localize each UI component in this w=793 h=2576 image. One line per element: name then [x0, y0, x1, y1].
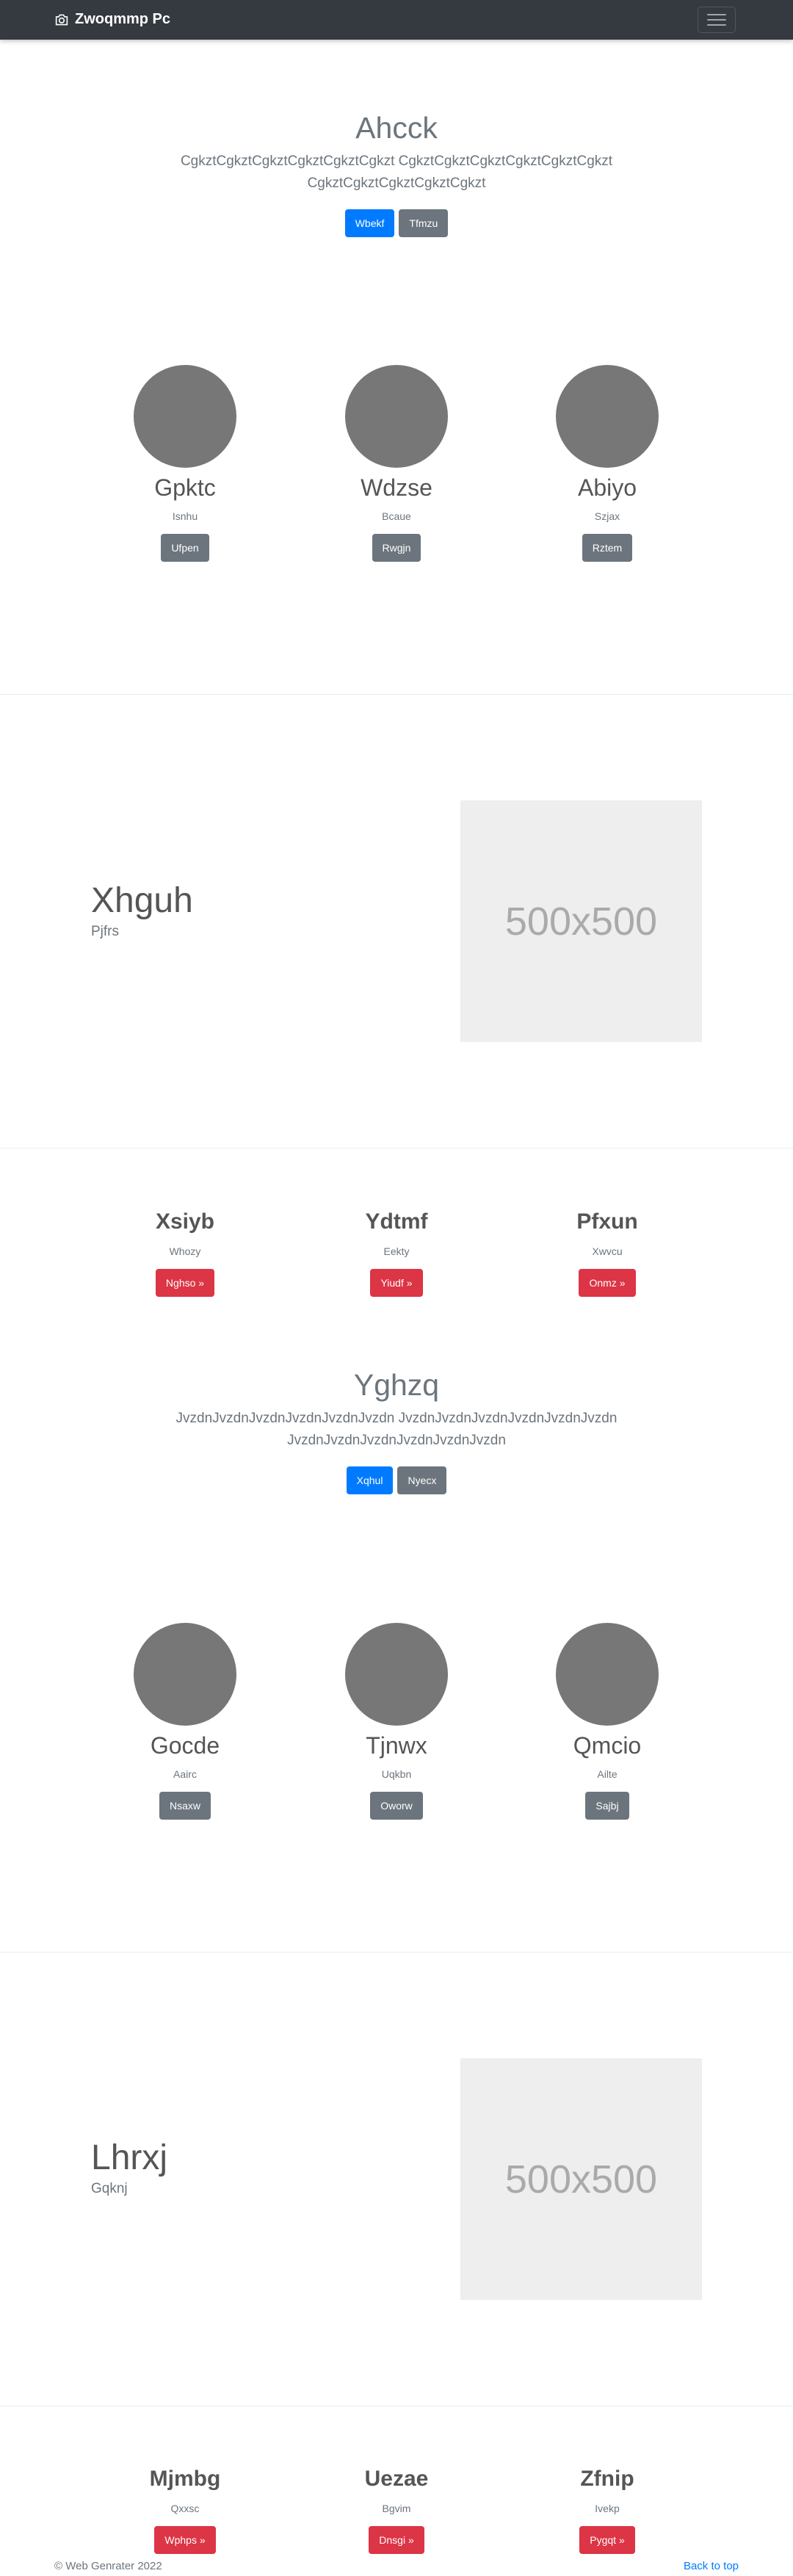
member-name: Wdzse	[361, 474, 432, 501]
column-text: Ivekp	[595, 2503, 620, 2514]
jumbotron-1: Ahcck CgkztCgkztCgkztCgkztCgkztCgkzt Cgk…	[0, 110, 793, 238]
jumbotron-text: CgkztCgkztCgkztCgkztCgkztCgkzt CgkztCgkz…	[180, 153, 613, 192]
back-to-top-link[interactable]: Back to top	[684, 2560, 739, 2572]
hamburger-icon-bar	[707, 19, 726, 21]
member-role: Ailte	[597, 1768, 618, 1781]
avatar	[556, 365, 659, 468]
jumbotron-text: JvzdnJvzdnJvzdnJvzdnJvzdnJvzdn JvzdnJvzd…	[175, 1411, 618, 1449]
jumbotron-secondary-button[interactable]: Nyecx	[397, 1466, 447, 1495]
column: Xsiyb Whozy Nghso »	[93, 1209, 277, 1297]
navbar-brand[interactable]: Zwoqmmp Pc	[54, 11, 170, 28]
member-role: Bcaue	[382, 510, 411, 523]
column-button[interactable]: Yiudf »	[370, 1269, 423, 1297]
column-text: Bgvim	[382, 2503, 411, 2514]
member-role: Uqkbn	[381, 1768, 412, 1781]
member-button[interactable]: Sajbj	[585, 1792, 629, 1820]
column: Mjmbg Qxxsc Wphps »	[93, 2466, 277, 2554]
team-member: Gpktc Isnhu Ufpen	[93, 365, 277, 562]
member-button[interactable]: Ufpen	[161, 534, 209, 562]
column-title: Xsiyb	[155, 1209, 215, 1234]
column-title: Pfxun	[576, 1209, 638, 1234]
column-button[interactable]: Pygqt »	[579, 2526, 635, 2554]
feature-title: Lhrxj	[91, 2138, 168, 2177]
footer-copyright: © Web Genrater 2022	[54, 2560, 162, 2572]
feature-title: Xhguh	[91, 881, 193, 920]
column-title: Mjmbg	[149, 2467, 221, 2491]
column: Ydtmf Eekty Yiudf »	[305, 1209, 488, 1297]
member-role: Szjax	[594, 510, 620, 523]
team-member: Tjnwx Uqkbn Oworw	[305, 1623, 488, 1820]
column-text: Qxxsc	[170, 2503, 200, 2514]
column-button[interactable]: Onmz »	[579, 1269, 636, 1297]
member-role: Aairc	[173, 1768, 197, 1781]
column-text: Eekty	[383, 1245, 410, 1257]
column: Zfnip Ivekp Pygqt »	[515, 2466, 699, 2554]
column-title: Zfnip	[580, 2467, 634, 2491]
jumbotron-primary-button[interactable]: Xqhul	[346, 1466, 394, 1495]
footer: © Web Genrater 2022 Back to top	[0, 2558, 793, 2576]
avatar	[134, 365, 236, 468]
member-button[interactable]: Nsaxw	[159, 1792, 211, 1820]
member-name: Tjnwx	[366, 1732, 427, 1759]
column-text: Xwvcu	[592, 1245, 623, 1257]
column-title: Ydtmf	[365, 1209, 428, 1234]
column-title: Uezae	[364, 2467, 429, 2491]
divider	[0, 1952, 793, 1953]
feature-subtitle: Gqknj	[91, 2180, 128, 2196]
member-button[interactable]: Rwgjn	[372, 534, 421, 562]
feature-1-text: Xhguh Pjfrs	[91, 880, 193, 940]
jumbotron-primary-button[interactable]: Wbekf	[344, 209, 395, 238]
feature-image-placeholder: 500x500	[460, 800, 702, 1042]
navbar: Zwoqmmp Pc	[0, 0, 793, 40]
team-member: Qmcio Ailte Sajbj	[515, 1623, 699, 1820]
column-button[interactable]: Nghso »	[155, 1269, 215, 1297]
jumbotron-secondary-button[interactable]: Tfmzu	[399, 209, 449, 238]
avatar	[556, 1623, 659, 1726]
column: Uezae Bgvim Dnsgi »	[305, 2466, 488, 2554]
feature-image-placeholder: 500x500	[460, 2058, 702, 2300]
team-member: Abiyo Szjax Rztem	[515, 365, 699, 562]
navbar-toggler-button[interactable]	[698, 7, 736, 33]
column: Pfxun Xwvcu Onmz »	[515, 1209, 699, 1297]
team-member: Wdzse Bcaue Rwgjn	[305, 365, 488, 562]
jumbotron-title: Yghzq	[353, 1368, 440, 1402]
hamburger-icon	[707, 14, 726, 15]
avatar	[345, 365, 448, 468]
hamburger-icon-bar	[707, 24, 726, 26]
member-button[interactable]: Oworw	[370, 1792, 423, 1820]
member-name: Gpktc	[154, 474, 216, 501]
brand-label: Zwoqmmp Pc	[75, 11, 171, 27]
column-text: Whozy	[169, 1245, 201, 1257]
member-role: Isnhu	[172, 510, 198, 523]
jumbotron-title: Ahcck	[355, 111, 438, 145]
divider	[0, 694, 793, 695]
column-button[interactable]: Wphps »	[154, 2526, 216, 2554]
feature-subtitle: Pjfrs	[91, 923, 119, 939]
avatar	[345, 1623, 448, 1726]
camera-icon	[55, 14, 68, 25]
member-name: Qmcio	[573, 1732, 642, 1759]
member-name: Abiyo	[577, 474, 637, 501]
team-member: Gocde Aairc Nsaxw	[93, 1623, 277, 1820]
member-button[interactable]: Rztem	[582, 534, 633, 562]
member-name: Gocde	[150, 1732, 220, 1759]
jumbotron-2: Yghzq JvzdnJvzdnJvzdnJvzdnJvzdnJvzdn Jvz…	[0, 1367, 793, 1495]
column-button[interactable]: Dnsgi »	[369, 2526, 424, 2554]
avatar	[134, 1623, 236, 1726]
feature-2-text: Lhrxj Gqknj	[91, 2137, 167, 2197]
